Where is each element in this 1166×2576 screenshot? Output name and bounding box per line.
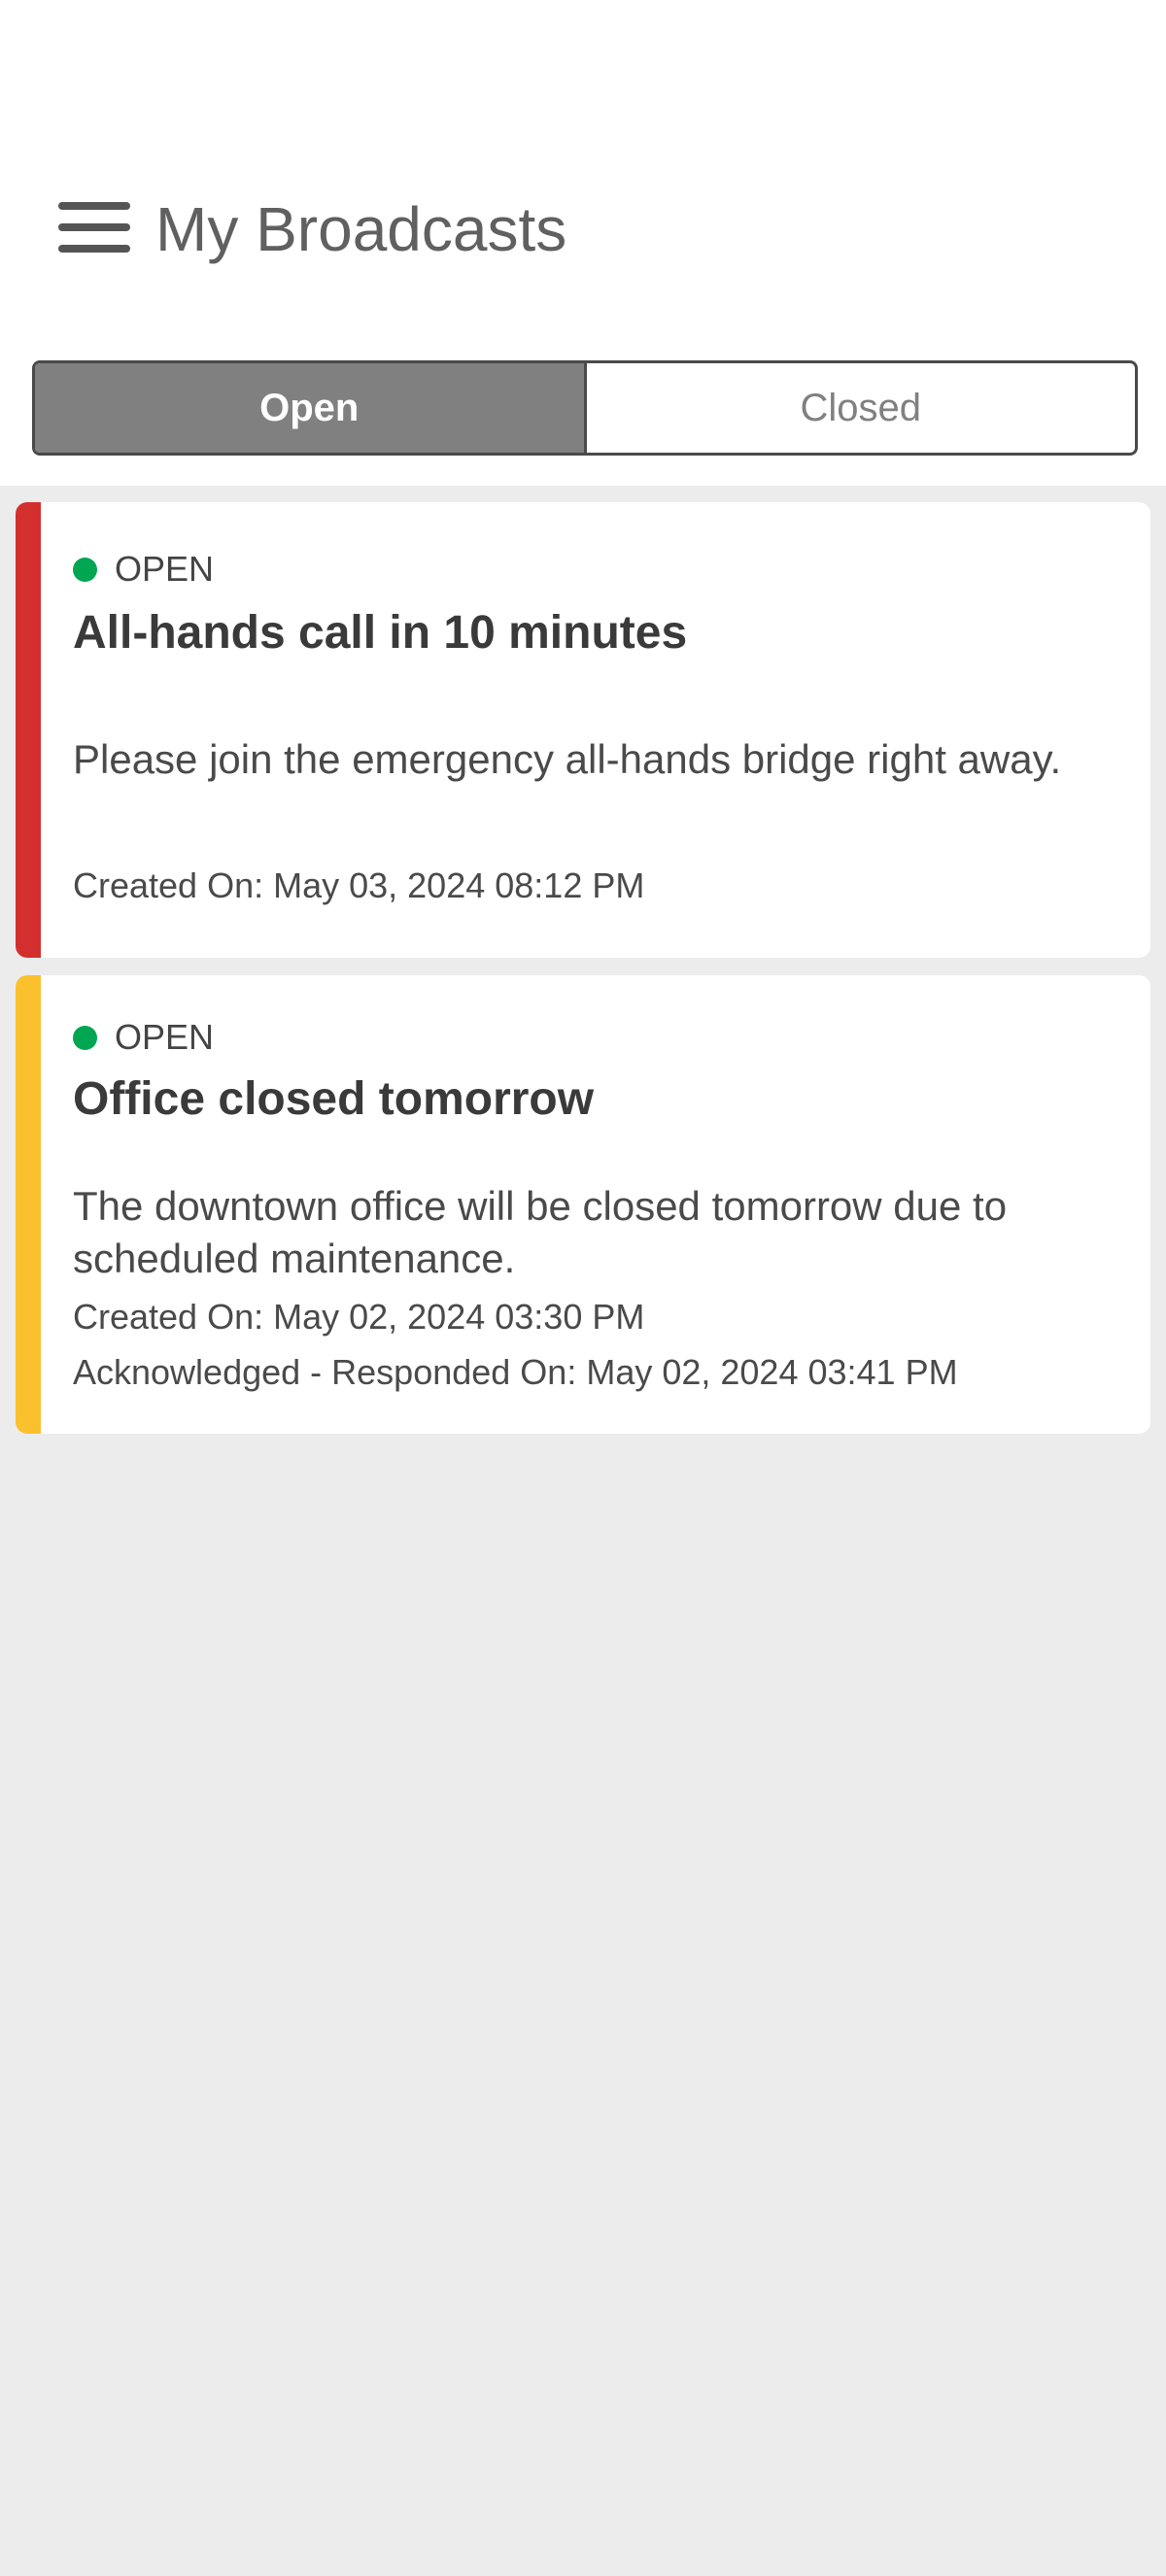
- broadcast-card[interactable]: OPEN All-hands call in 10 minutes Please…: [16, 502, 1150, 958]
- app-header: My Broadcasts Open Closed: [0, 0, 1166, 486]
- broadcast-message: The downtown office will be closed tomor…: [73, 1183, 1008, 1281]
- status-dot-icon: [73, 557, 97, 582]
- status-dot-icon: [73, 1025, 97, 1050]
- status-label: OPEN: [73, 1017, 214, 1058]
- priority-indicator: [16, 502, 41, 958]
- created-date: Created On: May 02, 2024 03:30 PM: [73, 1297, 645, 1337]
- status-text: OPEN: [115, 1017, 215, 1057]
- tab-open[interactable]: Open: [35, 363, 587, 453]
- status-text: OPEN: [115, 549, 215, 589]
- status-label: OPEN: [73, 549, 214, 590]
- broadcast-title: All-hands call in 10 minutes: [73, 607, 688, 659]
- broadcast-card[interactable]: OPEN Office closed tomorrow The downtown…: [16, 975, 1150, 1434]
- created-date: Created On: May 03, 2024 08:12 PM: [73, 865, 645, 905]
- menu-line: [58, 245, 130, 253]
- menu-line: [58, 202, 130, 210]
- menu-line: [58, 223, 130, 231]
- broadcast-title: Office closed tomorrow: [73, 1073, 595, 1125]
- hamburger-menu-icon[interactable]: [58, 200, 130, 254]
- page-title: My Broadcasts: [155, 194, 567, 264]
- tab-closed[interactable]: Closed: [587, 363, 1136, 453]
- broadcast-message: Please join the emergency all-hands brid…: [73, 736, 1062, 782]
- priority-indicator: [16, 975, 41, 1434]
- acknowledged-date: Acknowledged - Responded On: May 02, 202…: [73, 1352, 958, 1392]
- status-tab-switch: Open Closed: [32, 360, 1138, 456]
